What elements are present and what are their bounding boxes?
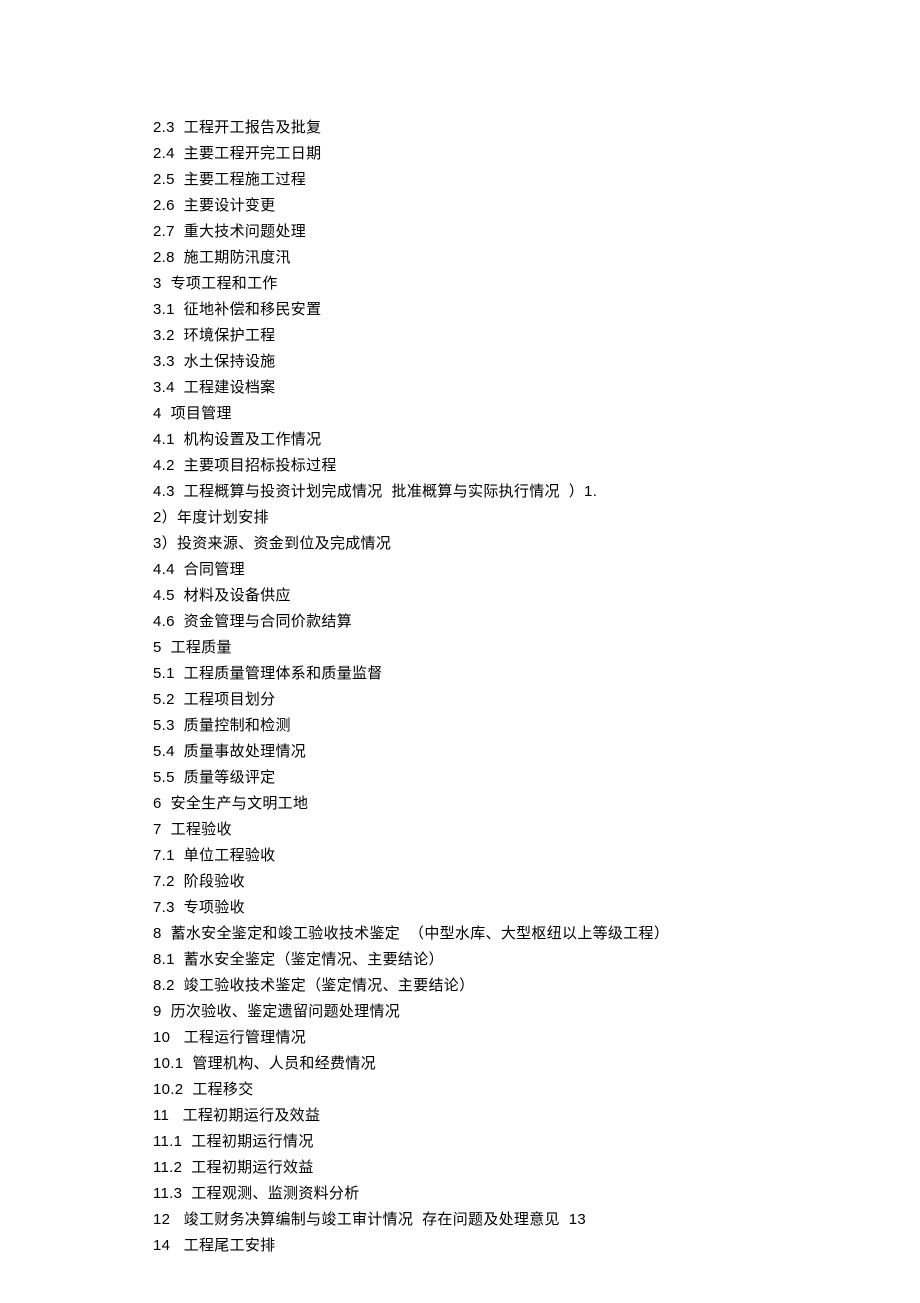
- outline-line: 7.2 阶段验收: [153, 869, 920, 895]
- outline-line: 4.2 主要项目招标投标过程: [153, 453, 920, 479]
- outline-line: 5.3 质量控制和检测: [153, 713, 920, 739]
- outline-line: 2.8 施工期防汛度汛: [153, 245, 920, 271]
- outline-line: 7.3 专项验收: [153, 895, 920, 921]
- outline-line: 9 历次验收、鉴定遗留问题处理情况: [153, 999, 920, 1025]
- outline-line: 8 蓄水安全鉴定和竣工验收技术鉴定 （中型水库、大型枢纽以上等级工程）: [153, 921, 920, 947]
- outline-line: 12 竣工财务决算编制与竣工审计情况 存在问题及处理意见 13: [153, 1207, 920, 1233]
- outline-line: 5.2 工程项目划分: [153, 687, 920, 713]
- document-content: 2.3 工程开工报告及批复2.4 主要工程开完工日期2.5 主要工程施工过程2.…: [153, 115, 920, 1259]
- outline-line: 14 工程尾工安排: [153, 1233, 920, 1259]
- outline-line: 4.1 机构设置及工作情况: [153, 427, 920, 453]
- outline-line: 11.2 工程初期运行效益: [153, 1155, 920, 1181]
- outline-line: 2.4 主要工程开完工日期: [153, 141, 920, 167]
- outline-line: 5.5 质量等级评定: [153, 765, 920, 791]
- outline-line: 3.3 水土保持设施: [153, 349, 920, 375]
- outline-line: 7 工程验收: [153, 817, 920, 843]
- outline-line: 7.1 单位工程验收: [153, 843, 920, 869]
- outline-line: 4.3 工程概算与投资计划完成情况 批准概算与实际执行情况 ）1.: [153, 479, 920, 505]
- outline-line: 2.5 主要工程施工过程: [153, 167, 920, 193]
- outline-line: 2.6 主要设计变更: [153, 193, 920, 219]
- outline-line: 4.4 合同管理: [153, 557, 920, 583]
- outline-line: 3.1 征地补偿和移民安置: [153, 297, 920, 323]
- outline-line: 11.1 工程初期运行情况: [153, 1129, 920, 1155]
- outline-line: 5.1 工程质量管理体系和质量监督: [153, 661, 920, 687]
- outline-line: 3.2 环境保护工程: [153, 323, 920, 349]
- outline-line: 3.4 工程建设档案: [153, 375, 920, 401]
- outline-line: 2.3 工程开工报告及批复: [153, 115, 920, 141]
- outline-line: 11 工程初期运行及效益: [153, 1103, 920, 1129]
- outline-line: 10 工程运行管理情况: [153, 1025, 920, 1051]
- outline-line: 2）年度计划安排: [153, 505, 920, 531]
- outline-line: 8.2 竣工验收技术鉴定（鉴定情况、主要结论）: [153, 973, 920, 999]
- outline-line: 2.7 重大技术问题处理: [153, 219, 920, 245]
- outline-line: 8.1 蓄水安全鉴定（鉴定情况、主要结论）: [153, 947, 920, 973]
- outline-line: 4 项目管理: [153, 401, 920, 427]
- outline-line: 3）投资来源、资金到位及完成情况: [153, 531, 920, 557]
- outline-line: 11.3 工程观测、监测资料分析: [153, 1181, 920, 1207]
- outline-line: 5 工程质量: [153, 635, 920, 661]
- outline-line: 3 专项工程和工作: [153, 271, 920, 297]
- outline-line: 10.2 工程移交: [153, 1077, 920, 1103]
- outline-line: 6 安全生产与文明工地: [153, 791, 920, 817]
- outline-line: 10.1 管理机构、人员和经费情况: [153, 1051, 920, 1077]
- outline-line: 5.4 质量事故处理情况: [153, 739, 920, 765]
- outline-line: 4.6 资金管理与合同价款结算: [153, 609, 920, 635]
- outline-line: 4.5 材料及设备供应: [153, 583, 920, 609]
